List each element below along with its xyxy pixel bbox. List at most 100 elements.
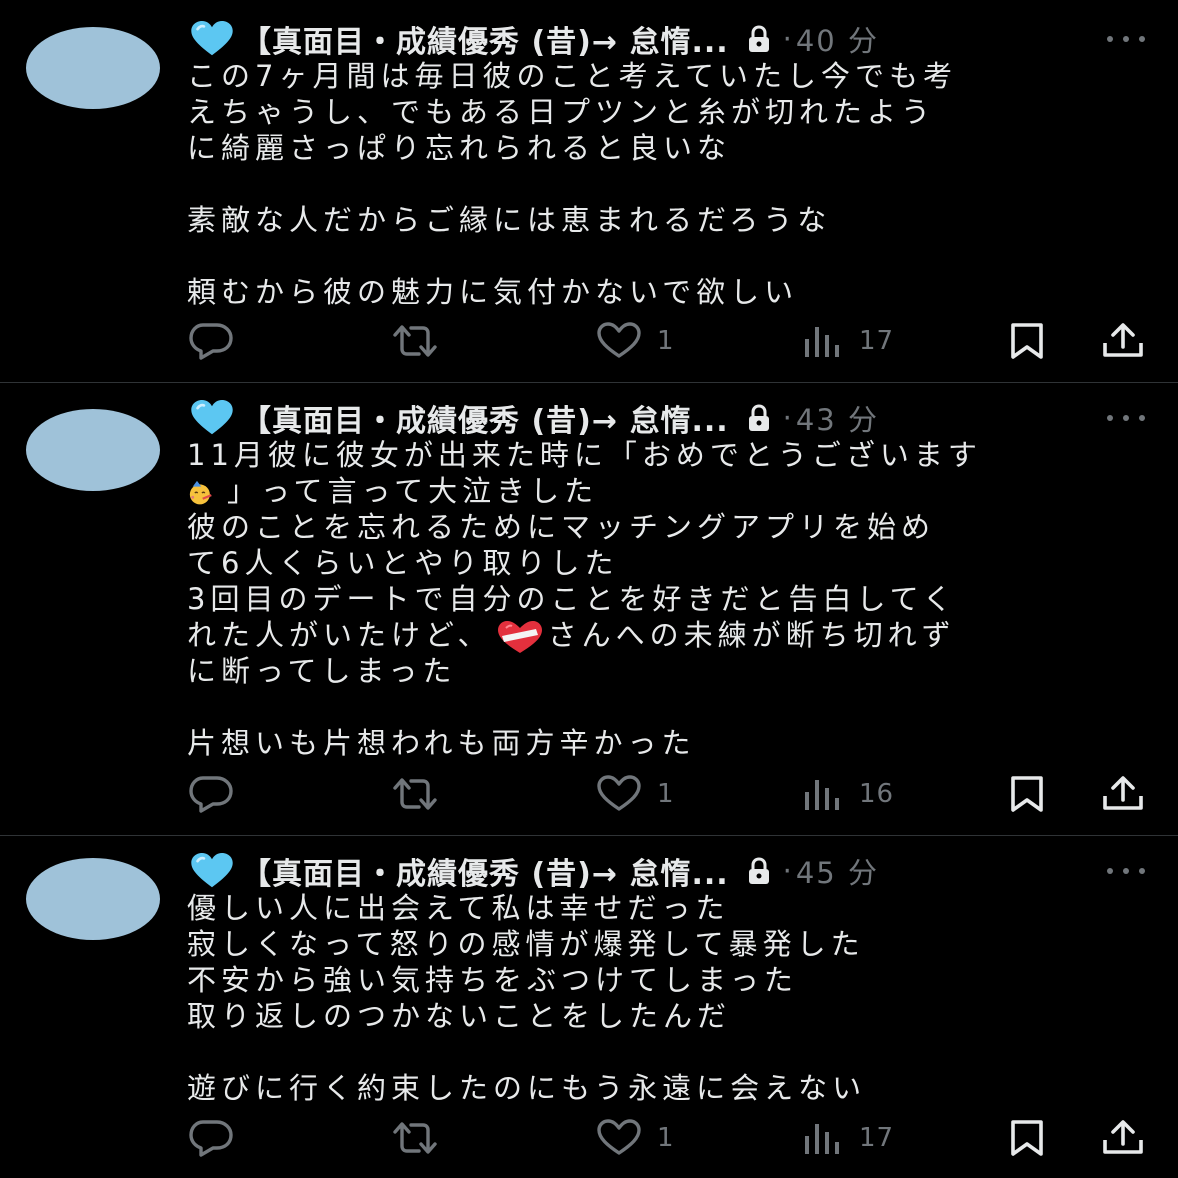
display-name[interactable]: 【真面目・成績優秀 (昔)→ 怠惰... xyxy=(241,17,729,61)
views-button[interactable]: 16 xyxy=(801,772,894,816)
timestamp[interactable]: 40 分 xyxy=(796,18,879,60)
tweet-text-line: えちゃうし、でもある日プツンと糸が切れたよう xyxy=(187,95,936,129)
display-name[interactable]: 【真面目・成績優秀 (昔)→ 怠惰... xyxy=(241,396,729,440)
tweet-text-fragment: 」って言って大泣きした xyxy=(227,474,599,508)
bookmark-icon xyxy=(1011,1120,1043,1156)
share-icon xyxy=(1103,323,1143,357)
display-name[interactable]: 【真面目・成績優秀 (昔)→ 怠惰... xyxy=(241,849,729,893)
views-icon xyxy=(805,1124,839,1154)
light-blue-heart-icon xyxy=(191,21,233,56)
more-icon[interactable] xyxy=(1104,33,1148,45)
lock-icon xyxy=(748,25,769,52)
mending-heart-icon xyxy=(497,621,542,653)
heart-outline-icon xyxy=(597,1119,641,1155)
tweet[interactable]: 【真面目・成績優秀 (昔)→ 怠惰... · 40 分 この7ヶ月間は毎日彼のこ… xyxy=(0,0,1178,383)
more-icon[interactable] xyxy=(1104,865,1148,877)
like-count: 1 xyxy=(657,779,675,809)
tweet-header: 【真面目・成績優秀 (昔)→ 怠惰... · 40 分 xyxy=(187,17,1148,61)
share-icon xyxy=(1103,776,1143,810)
tweet-actions: 1 16 xyxy=(187,772,1147,816)
reply-icon xyxy=(189,1120,233,1157)
bookmark-icon xyxy=(1011,323,1043,359)
tweet-header: 【真面目・成績優秀 (昔)→ 怠惰... · 43 分 xyxy=(187,396,1148,440)
heart-outline-icon xyxy=(597,322,641,358)
dot-separator: · xyxy=(782,401,792,435)
partying-face-icon xyxy=(189,480,212,505)
view-count: 17 xyxy=(859,1123,895,1153)
tweet-actions: 1 17 xyxy=(187,1116,1147,1160)
bookmark-icon xyxy=(1011,776,1043,812)
avatar[interactable] xyxy=(26,27,160,109)
share-button[interactable] xyxy=(1099,772,1147,816)
reply-button[interactable] xyxy=(187,1116,235,1160)
like-button[interactable]: 1 xyxy=(595,1116,675,1160)
share-button[interactable] xyxy=(1099,319,1147,363)
tweet-text-line xyxy=(187,238,1158,274)
retweet-icon xyxy=(393,778,437,810)
tweet-text-fragment: さんへの未練が断ち切れず xyxy=(547,618,956,652)
retweet-button[interactable] xyxy=(389,319,441,363)
lock-icon xyxy=(748,404,769,431)
dot-separator: · xyxy=(782,22,792,56)
bookmark-button[interactable] xyxy=(1005,319,1049,363)
tweet-text-line: この7ヶ月間は毎日彼のこと考えていたし今でも考 xyxy=(187,59,958,93)
tweet-text-line: 」って言って大泣きした xyxy=(187,473,1158,509)
tweet[interactable]: 【真面目・成績優秀 (昔)→ 怠惰... · 45 分 優しい人に出会えて私は幸… xyxy=(0,836,1178,1178)
share-icon xyxy=(1103,1120,1143,1154)
bookmark-button[interactable] xyxy=(1005,772,1049,816)
views-icon xyxy=(805,327,839,357)
avatar[interactable] xyxy=(26,858,160,940)
light-blue-heart-icon xyxy=(191,400,233,435)
like-count: 1 xyxy=(657,1123,675,1153)
view-count: 17 xyxy=(859,326,895,356)
reply-icon xyxy=(189,776,233,813)
like-button[interactable]: 1 xyxy=(595,319,675,363)
tweet-text-line: 片想いも片想われも両方辛かった xyxy=(187,726,696,760)
tweet-text-line: 優しい人に出会えて私は幸せだった xyxy=(187,891,730,925)
bookmark-button[interactable] xyxy=(1005,1116,1049,1160)
tweet-text-line: 素敵な人だからご縁には恵まれるだろうな xyxy=(187,203,832,237)
tweet-text-line xyxy=(187,1034,1158,1070)
share-button[interactable] xyxy=(1099,1116,1147,1160)
tweet-text: 11月彼に彼女が出来た時に「おめでとうございます 」って言って大泣きした 彼のこ… xyxy=(187,437,1158,761)
heart-outline-icon xyxy=(597,775,641,811)
tweet-header: 【真面目・成績優秀 (昔)→ 怠惰... · 45 分 xyxy=(187,849,1148,893)
tweet-text-line: 彼のことを忘れるためにマッチングアプリを始め xyxy=(187,510,936,544)
tweet-text-line xyxy=(187,166,1158,202)
light-blue-heart-icon xyxy=(191,853,233,888)
like-count: 1 xyxy=(657,326,675,356)
lock-icon xyxy=(748,857,769,884)
views-button[interactable]: 17 xyxy=(801,1116,894,1160)
retweet-button[interactable] xyxy=(389,1116,441,1160)
tweet-text-line: 寂しくなって怒りの感情が爆発して暴発した xyxy=(187,927,865,961)
timestamp[interactable]: 43 分 xyxy=(796,397,879,439)
dot-separator: · xyxy=(782,854,792,888)
tweet-text-line: 遊びに行く約束したのにもう永遠に会えない xyxy=(187,1071,867,1105)
tweet-text-line: に断ってしまった xyxy=(187,654,457,688)
tweet-text-line: 頼むから彼の魅力に気付かないで欲しい xyxy=(187,275,799,309)
more-icon[interactable] xyxy=(1104,412,1148,424)
tweet-text-line: に綺麗さっぱり忘れられると良いな xyxy=(187,131,732,165)
reply-button[interactable] xyxy=(187,772,235,816)
tweet-text-line: 取り返しのつかないことをしたんだ xyxy=(187,999,732,1033)
tweet-text: この7ヶ月間は毎日彼のこと考えていたし今でも考 えちゃうし、でもある日プツンと糸… xyxy=(187,58,1158,310)
tweet-text-line: れた人がいたけど、 さんへの未練が断ち切れず xyxy=(187,617,1158,653)
tweet-actions: 1 17 xyxy=(187,319,1147,363)
views-button[interactable]: 17 xyxy=(801,319,894,363)
retweet-icon xyxy=(393,325,437,357)
reply-icon xyxy=(189,323,233,360)
views-icon xyxy=(805,780,839,810)
retweet-icon xyxy=(393,1122,437,1154)
tweet-text-line: 不安から強い気持ちをぶつけてしまった xyxy=(187,963,798,997)
tweet[interactable]: 【真面目・成績優秀 (昔)→ 怠惰... · 43 分 11月彼に彼女が出来た時… xyxy=(0,383,1178,836)
tweet-text-line: 11月彼に彼女が出来た時に「おめでとうございます xyxy=(187,438,982,472)
tweet-text: 優しい人に出会えて私は幸せだった 寂しくなって怒りの感情が爆発して暴発した 不安… xyxy=(187,890,1158,1106)
tweet-text-line: 3回目のデートで自分のことを好きだと告白してく xyxy=(187,582,957,616)
avatar[interactable] xyxy=(26,409,160,491)
retweet-button[interactable] xyxy=(389,772,441,816)
timestamp[interactable]: 45 分 xyxy=(796,850,879,892)
view-count: 16 xyxy=(859,779,895,809)
tweet-text-fragment: れた人がいたけど、 xyxy=(187,618,492,652)
reply-button[interactable] xyxy=(187,319,235,363)
like-button[interactable]: 1 xyxy=(595,772,675,816)
